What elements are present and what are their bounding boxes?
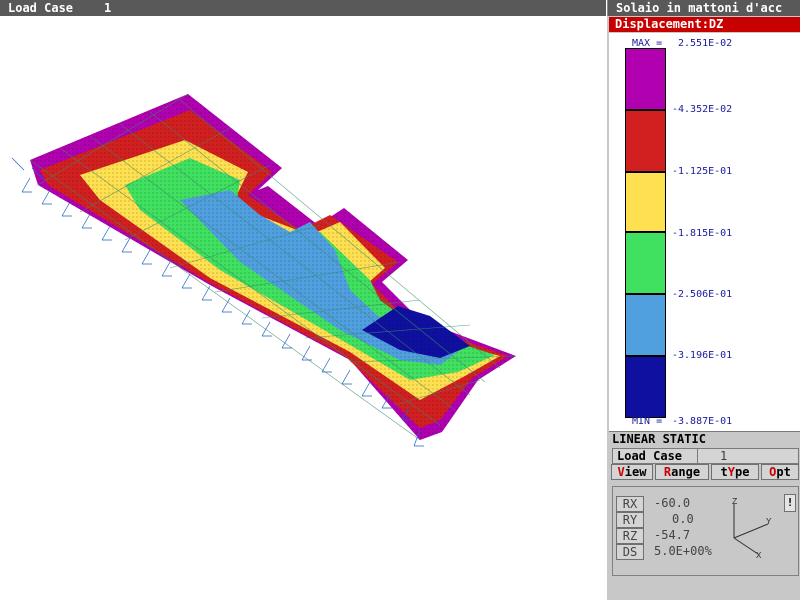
model-title: Solaio in mattoni d'acc [616, 1, 783, 15]
legend-swatch-4 [625, 294, 666, 356]
view-hotkey: V [617, 465, 625, 479]
legend-swatch-3 [625, 232, 666, 294]
legend-swatch-1 [625, 110, 666, 172]
legend-swatch-0 [625, 48, 666, 110]
load-case-selector-label[interactable]: Load Case [612, 448, 698, 464]
model-viewport[interactable] [0, 16, 606, 600]
type-rest: pe [735, 465, 750, 479]
load-case-selector-value[interactable]: 1 [697, 448, 799, 464]
triad-y-label: Y [766, 517, 772, 527]
model-title-bar: Solaio in mattoni d'acc [608, 0, 800, 16]
ds-value: 5.0E+00% [654, 544, 712, 558]
result-type-bar[interactable]: Displacement:DZ [609, 17, 800, 32]
load-case-selector-number: 1 [720, 449, 728, 463]
load-case-header: Load Case 1 [0, 0, 606, 16]
triad-x-label: X [756, 551, 762, 560]
ry-value: 0.0 [672, 512, 694, 526]
legend-value-0: 2.551E-02 [678, 38, 733, 49]
legend-swatch-5 [625, 356, 666, 418]
legend-value-5: -3.196E-01 [672, 350, 733, 361]
fem-contour-plot [11, 93, 517, 447]
legend-value-1: -4.352E-02 [672, 104, 733, 115]
type-hotkey: Y [727, 465, 735, 479]
ds-label[interactable]: DS [616, 544, 644, 560]
legend-value-6: -3.887E-01 [672, 416, 733, 427]
range-rest: ange [671, 465, 701, 479]
legend-swatch-2 [625, 172, 666, 232]
opt-rest: pt [776, 465, 791, 479]
legend-value-3: -1.815E-01 [672, 228, 733, 239]
rx-label[interactable]: RX [616, 496, 644, 512]
triad-z-label: Z [732, 497, 738, 507]
info-icon[interactable]: ! [784, 494, 796, 512]
rx-value: -60.0 [654, 496, 691, 510]
axis-triad-icon: Z Y X [732, 497, 772, 560]
view-button[interactable]: View [611, 464, 653, 480]
legend-value-4: -2.506E-01 [672, 289, 733, 300]
analysis-type-label: LINEAR STATIC [612, 432, 706, 446]
load-case-header-label: Load Case [8, 1, 74, 15]
type-pre: t [720, 465, 728, 479]
rz-value: -54.7 [654, 528, 691, 542]
type-button[interactable]: tYpe [711, 464, 759, 480]
options-button[interactable]: Opt [761, 464, 799, 480]
legend-value-2: -1.125E-01 [672, 166, 733, 177]
load-case-selector-text: Load Case [617, 449, 683, 463]
view-rest: iew [624, 465, 647, 479]
result-type-label: Displacement:DZ [615, 17, 724, 31]
load-case-header-number: 1 [104, 1, 112, 15]
legend-min-label: MIN = [632, 416, 663, 427]
range-button[interactable]: Range [655, 464, 709, 480]
rz-label[interactable]: RZ [616, 528, 644, 544]
ry-label[interactable]: RY [616, 512, 644, 528]
